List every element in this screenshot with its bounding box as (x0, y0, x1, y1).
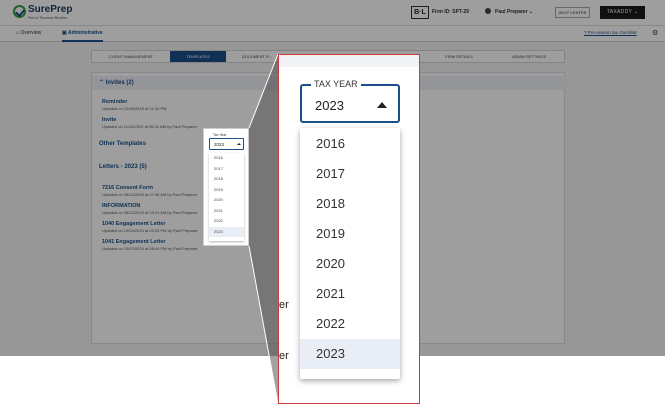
tax-year-value: 2023 (315, 98, 344, 113)
zoom-bg-letter-2: er (279, 350, 289, 362)
option-2018[interactable]: 2018 (300, 189, 400, 219)
zoom-bg-letter-3: er (279, 400, 289, 403)
page: SurePrep Part of Thomson Reuters B·L Fir… (0, 0, 665, 417)
option-2017[interactable]: 2017 (300, 159, 400, 189)
option-2016[interactable]: 2016 (300, 129, 400, 159)
zoom-header-strip (279, 55, 419, 67)
tax-year-select[interactable]: TAX YEAR 2023 (300, 79, 400, 123)
zoom-bg-letter-1: er (279, 299, 289, 311)
tax-year-dropdown-zoomed: er er er TAX YEAR 2023 2016 2017 2018 20… (278, 54, 420, 404)
tax-year-options-list: 2016 2017 2018 2019 2020 2021 2022 2023 (300, 128, 400, 379)
option-2022[interactable]: 2022 (300, 309, 400, 339)
option-2019[interactable]: 2019 (300, 219, 400, 249)
caret-up-icon (377, 102, 387, 108)
tax-year-legend: TAX YEAR (311, 79, 361, 89)
option-2020[interactable]: 2020 (300, 249, 400, 279)
option-2021[interactable]: 2021 (300, 279, 400, 309)
beam-shape (249, 54, 278, 404)
option-2023[interactable]: 2023 (300, 339, 400, 369)
